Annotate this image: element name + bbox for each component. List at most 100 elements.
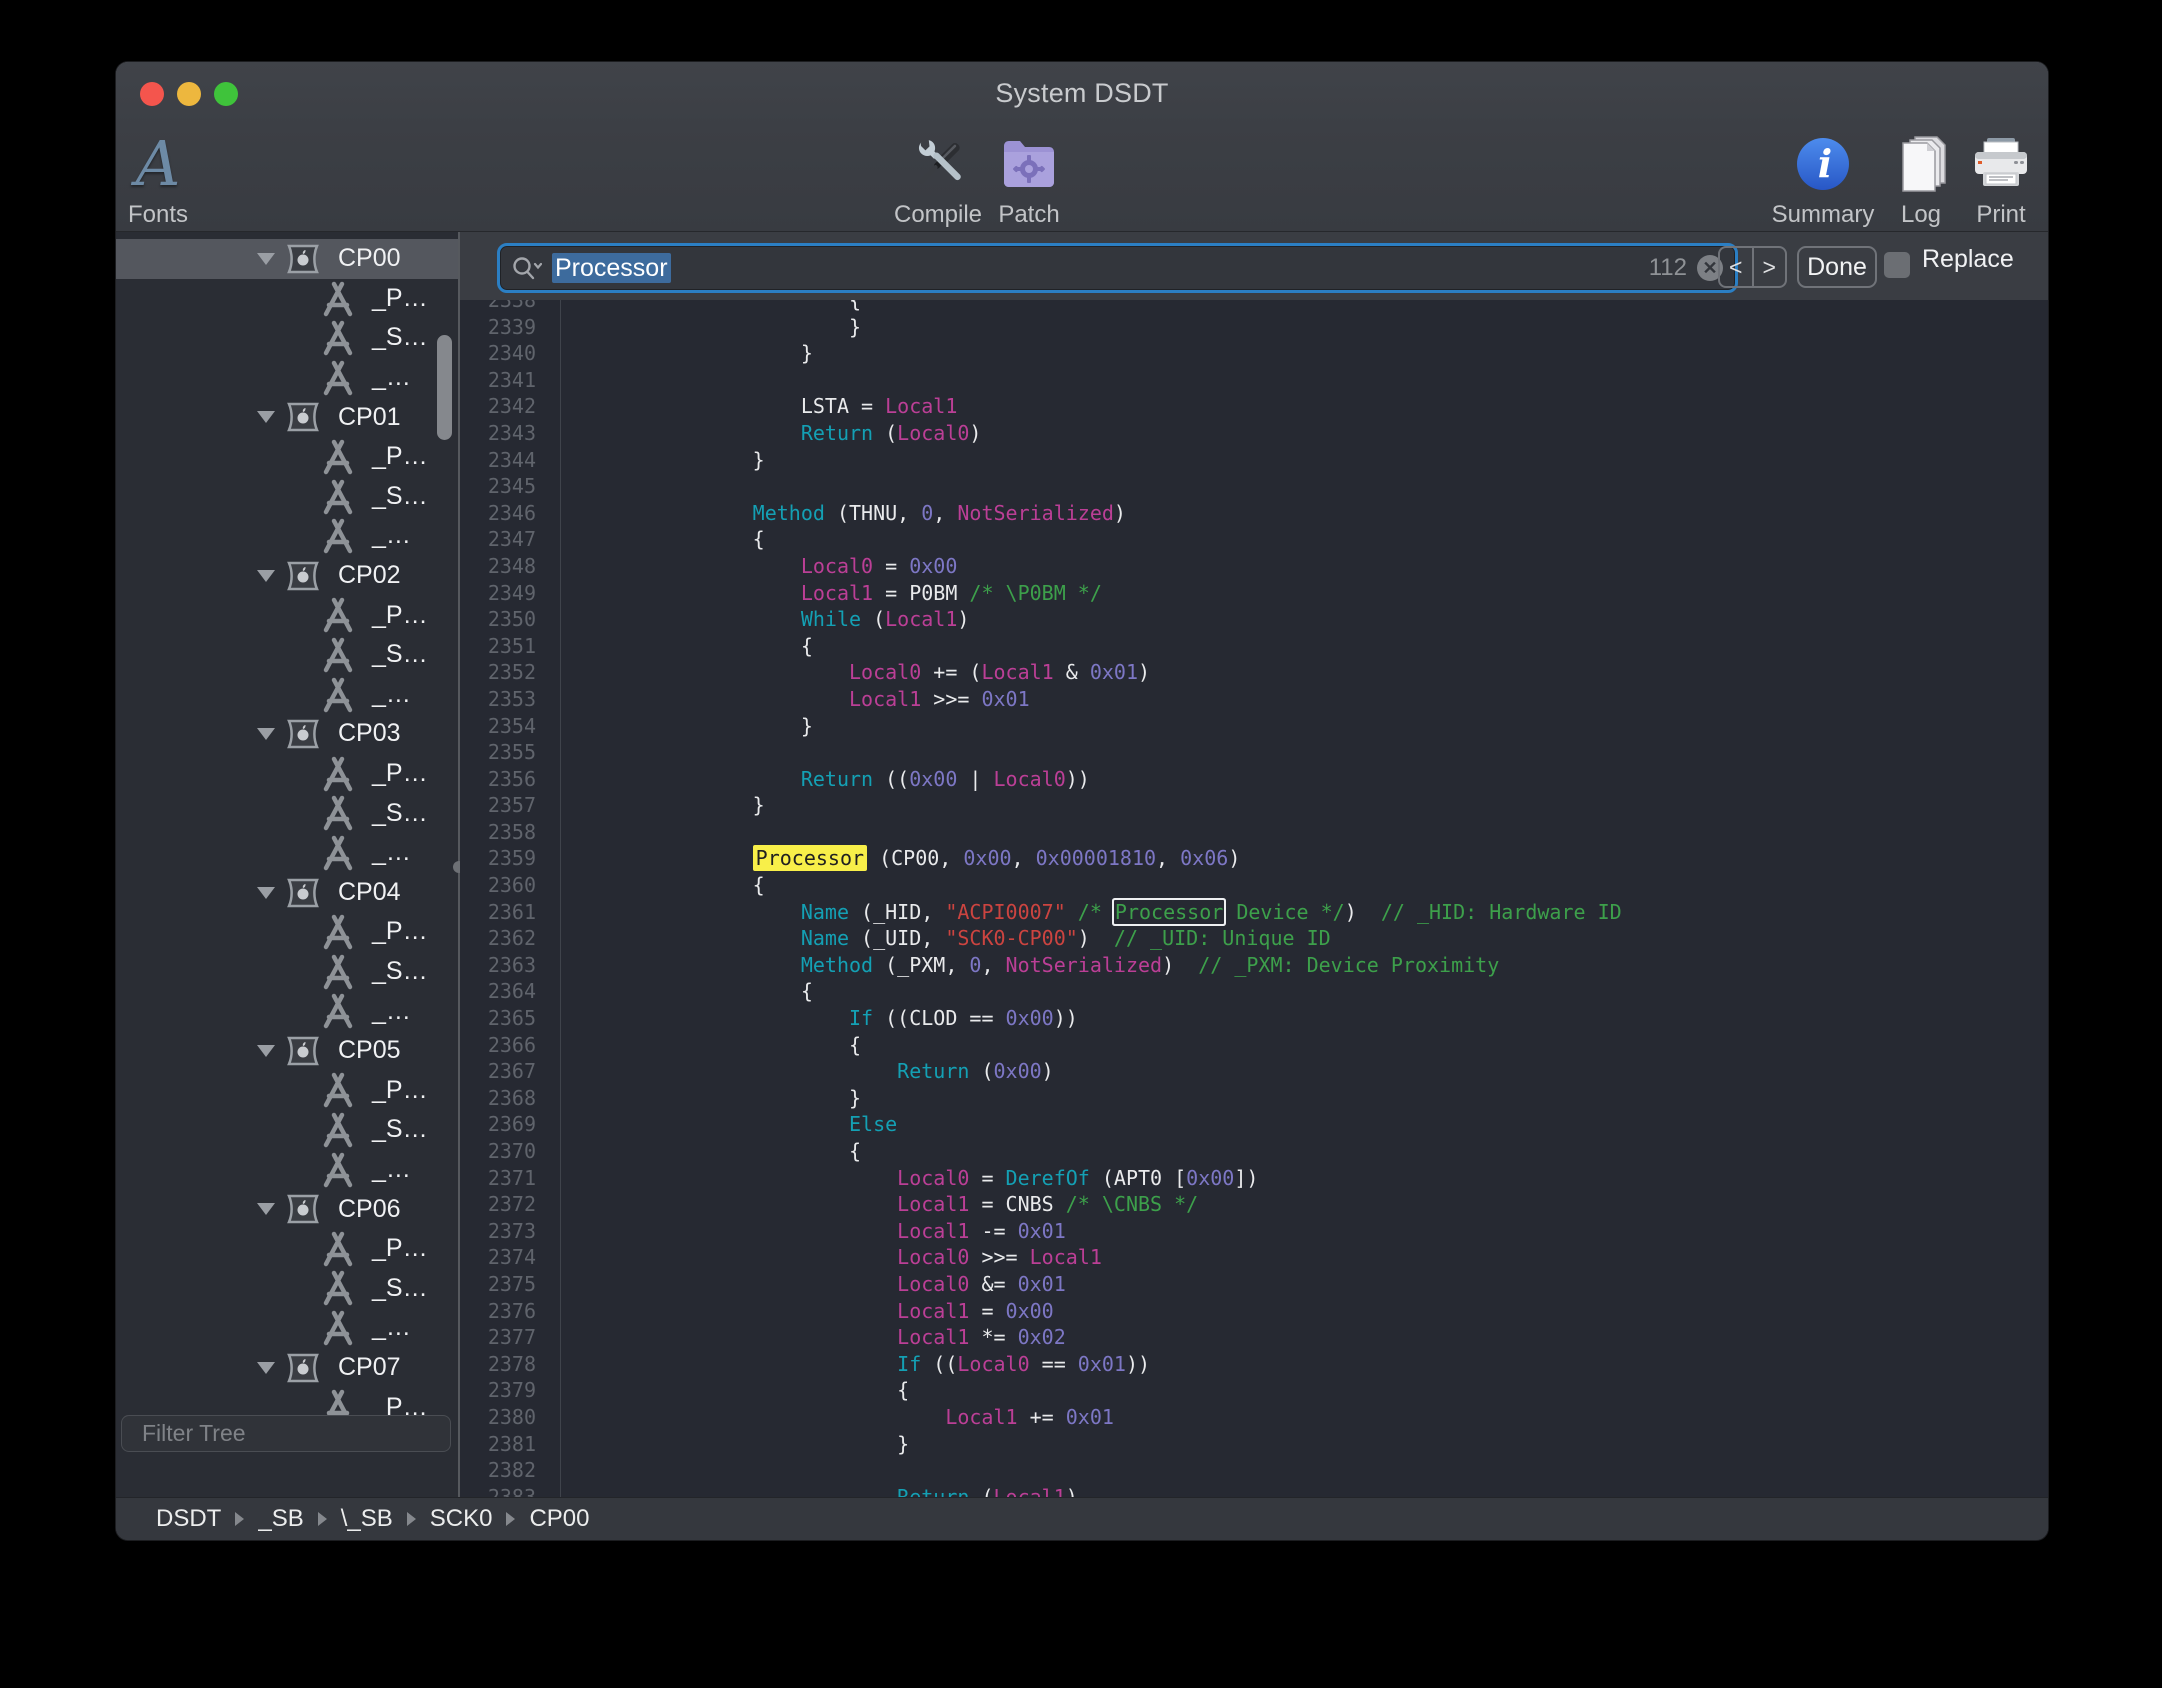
tree-child-CP01-[interactable]: _… [116,516,458,556]
code-line-2348[interactable]: 2348 Local0 = 0x00 [460,553,2048,580]
code-line-2375[interactable]: 2375 Local0 &= 0x01 [460,1271,2048,1298]
title-bar[interactable]: System DSDT [116,62,2048,125]
tree-item-CP00[interactable]: CP00 [116,239,458,279]
tree-child-CP06-P[interactable]: _P… [116,1229,458,1269]
breadcrumb-item-2[interactable]: \_SB [341,1505,393,1533]
tree-child-CP02-S[interactable]: _S… [116,635,458,675]
code-line-2378[interactable]: 2378 If ((Local0 == 0x01)) [460,1351,2048,1378]
tree-child-CP00-P[interactable]: _P… [116,279,458,319]
filter-tree-input[interactable] [140,1419,440,1448]
tree-child-CP01-S[interactable]: _S… [116,477,458,517]
code-line-2353[interactable]: 2353 Local1 >>= 0x01 [460,686,2048,713]
disclosure-triangle[interactable] [257,1362,275,1374]
tree-child-CP03-S[interactable]: _S… [116,793,458,833]
code-line-2381[interactable]: 2381 } [460,1431,2048,1458]
search-field[interactable]: Processor 112 ✕ [497,243,1738,293]
disclosure-triangle[interactable] [257,728,275,740]
code-line-2338[interactable]: 2338 { [460,300,2048,314]
done-button[interactable]: Done [1797,246,1877,288]
disclosure-triangle[interactable] [257,570,275,582]
code-line-2366[interactable]: 2366 { [460,1032,2048,1059]
breadcrumb-item-1[interactable]: _SB [258,1505,303,1533]
code-line-2376[interactable]: 2376 Local1 = 0x00 [460,1298,2048,1325]
code-line-2341[interactable]: 2341 [460,367,2048,394]
tree-child-CP05-S[interactable]: _S… [116,1110,458,1150]
code-line-2355[interactable]: 2355 [460,739,2048,766]
code-line-2362[interactable]: 2362 Name (_UID, "SCK0-CP00") // _UID: U… [460,925,2048,952]
code-line-2354[interactable]: 2354 } [460,713,2048,740]
code-line-2379[interactable]: 2379 { [460,1377,2048,1404]
tree-child-CP04-P[interactable]: _P… [116,912,458,952]
find-previous-button[interactable]: < [1720,248,1754,286]
filter-tree-field[interactable] [121,1415,451,1452]
code-line-2371[interactable]: 2371 Local0 = DerefOf (APT0 [0x00]) [460,1165,2048,1192]
code-line-2367[interactable]: 2367 Return (0x00) [460,1058,2048,1085]
code-line-2364[interactable]: 2364 { [460,978,2048,1005]
tree-child-CP05-P[interactable]: _P… [116,1070,458,1110]
tree-item-CP03[interactable]: CP03 [116,714,458,754]
code-line-2346[interactable]: 2346 Method (THNU, 0, NotSerialized) [460,500,2048,527]
code-line-2373[interactable]: 2373 Local1 -= 0x01 [460,1218,2048,1245]
tree-item-CP06[interactable]: CP06 [116,1189,458,1229]
code-line-2383[interactable]: 2383 Return (Local1) [460,1484,2048,1497]
tree-child-CP04-[interactable]: _… [116,991,458,1031]
tree-child-CP03-[interactable]: _… [116,833,458,873]
code-line-2349[interactable]: 2349 Local1 = P0BM /* \P0BM */ [460,580,2048,607]
code-line-2360[interactable]: 2360 { [460,872,2048,899]
tree-child-CP05-[interactable]: _… [116,1150,458,1190]
code-line-2345[interactable]: 2345 [460,473,2048,500]
tree-child-CP07-P[interactable]: _P… [116,1387,458,1415]
code-line-2365[interactable]: 2365 If ((CLOD == 0x00)) [460,1005,2048,1032]
disclosure-triangle[interactable] [257,253,275,265]
disclosure-triangle[interactable] [257,1045,275,1057]
code-line-2344[interactable]: 2344 } [460,447,2048,474]
code-line-2350[interactable]: 2350 While (Local1) [460,606,2048,633]
breadcrumb-item-0[interactable]: DSDT [156,1505,221,1533]
tree-child-CP02-[interactable]: _… [116,675,458,715]
code-line-2377[interactable]: 2377 Local1 *= 0x02 [460,1324,2048,1351]
breadcrumb-item-3[interactable]: SCK0 [430,1505,493,1533]
breadcrumb-item-4[interactable]: CP00 [529,1505,589,1533]
code-line-2380[interactable]: 2380 Local1 += 0x01 [460,1404,2048,1431]
disclosure-triangle[interactable] [257,1203,275,1215]
code-line-2368[interactable]: 2368 } [460,1085,2048,1112]
tree-item-CP07[interactable]: CP07 [116,1348,458,1388]
print-button[interactable]: Print [1926,131,2048,229]
replace-checkbox[interactable] [1884,252,1910,278]
tree-child-CP06-S[interactable]: _S… [116,1268,458,1308]
disclosure-triangle[interactable] [257,887,275,899]
code-line-2363[interactable]: 2363 Method (_PXM, 0, NotSerialized) // … [460,952,2048,979]
sidebar-scrollbar[interactable] [437,335,452,440]
code-line-2352[interactable]: 2352 Local0 += (Local1 & 0x01) [460,659,2048,686]
disclosure-triangle[interactable] [257,411,275,423]
search-input[interactable]: Processor [552,254,671,283]
tree-child-CP04-S[interactable]: _S… [116,952,458,992]
code-line-2370[interactable]: 2370 { [460,1138,2048,1165]
fonts-button[interactable]: A Fonts [116,131,233,229]
find-next-button[interactable]: > [1754,248,1786,286]
tree-item-CP04[interactable]: CP04 [116,873,458,913]
tree-child-CP00-[interactable]: _… [116,358,458,398]
code-line-2382[interactable]: 2382 [460,1457,2048,1484]
code-line-2351[interactable]: 2351 { [460,633,2048,660]
code-line-2343[interactable]: 2343 Return (Local0) [460,420,2048,447]
tree-child-CP00-S[interactable]: _S… [116,318,458,358]
code-line-2356[interactable]: 2356 Return ((0x00 | Local0)) [460,766,2048,793]
patch-button[interactable]: Patch [954,131,1104,229]
tree-child-CP03-P[interactable]: _P… [116,754,458,794]
code-line-2342[interactable]: 2342 LSTA = Local1 [460,393,2048,420]
code-line-2340[interactable]: 2340 } [460,340,2048,367]
tree-child-CP06-[interactable]: _… [116,1308,458,1348]
code-editor[interactable]: 2338 {2339 }2340 }23412342 LSTA = Local1… [460,300,2048,1497]
code-line-2361[interactable]: 2361 Name (_HID, "ACPI0007" /* Processor… [460,899,2048,926]
code-line-2374[interactable]: 2374 Local0 >>= Local1 [460,1244,2048,1271]
code-line-2359[interactable]: 2359 Processor (CP00, 0x00, 0x00001810, … [460,845,2048,872]
tree-child-CP02-P[interactable]: _P… [116,595,458,635]
tree-child-CP01-P[interactable]: _P… [116,437,458,477]
code-line-2369[interactable]: 2369 Else [460,1111,2048,1138]
tree-item-CP02[interactable]: CP02 [116,556,458,596]
tree-item-CP05[interactable]: CP05 [116,1031,458,1071]
code-line-2357[interactable]: 2357 } [460,792,2048,819]
tree-item-CP01[interactable]: CP01 [116,397,458,437]
code-line-2372[interactable]: 2372 Local1 = CNBS /* \CNBS */ [460,1191,2048,1218]
